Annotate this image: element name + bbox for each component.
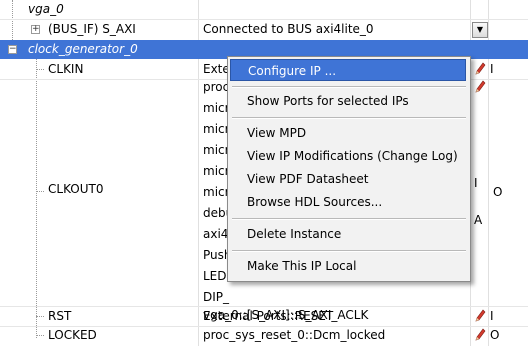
expand-icon[interactable]: + [31, 25, 40, 34]
menu-item-view-ip-modifications[interactable]: View IP Modifications (Change Log) [230, 145, 466, 167]
menu-item-show-ports[interactable]: Show Ports for selected IPs [230, 90, 466, 112]
clkout-net: micr [203, 143, 230, 157]
instance-name: clock_generator_0 [28, 42, 138, 56]
menu-item-label: Delete Instance [247, 227, 342, 241]
clkout-net: micr [203, 101, 230, 115]
pencil-icon[interactable] [474, 328, 486, 342]
system-assembly-view: vga_0 + (BUS_IF) S_AXI Connected to BUS … [0, 0, 528, 346]
menu-item-view-mpd[interactable]: View MPD [230, 122, 466, 144]
port-net: proc_sys_reset_0::Dcm_locked [203, 328, 386, 342]
tree-row-rst[interactable]: RST External Ports::RESET I [0, 307, 528, 326]
tree-row-bus-interface[interactable]: + (BUS_IF) S_AXI Connected to BUS axi4li… [0, 20, 528, 39]
menu-item-configure-ip[interactable]: Configure IP ... [230, 59, 466, 81]
port-direction: I [490, 309, 494, 323]
menu-item-browse-hdl-sources[interactable]: Browse HDL Sources... [230, 191, 466, 213]
port-name: CLKOUT0 [48, 182, 104, 196]
port-direction: I [490, 62, 494, 76]
pencil-icon[interactable] [474, 309, 486, 323]
bus-connection-value: Connected to BUS axi4lite_0 [203, 22, 374, 36]
port-direction: O [493, 185, 503, 199]
instance-name: vga_0 [28, 2, 64, 16]
menu-separator [232, 218, 466, 220]
menu-item-make-ip-local[interactable]: Make This IP Local [230, 255, 466, 277]
tree-row-vga[interactable]: vga_0 [0, 0, 528, 19]
clkout-net: proc [203, 80, 230, 94]
clkout-net: DIP_ [203, 290, 230, 304]
menu-separator [232, 117, 466, 119]
port-name: CLKIN [48, 62, 84, 76]
menu-separator [232, 86, 466, 88]
clkout-net: micr [203, 122, 230, 136]
port-direction: O [490, 328, 500, 342]
collapse-icon[interactable]: − [8, 45, 17, 54]
menu-item-label: View PDF Datasheet [247, 172, 369, 186]
menu-item-label: Browse HDL Sources... [247, 195, 383, 209]
tree-line [36, 58, 37, 338]
menu-separator [232, 250, 466, 252]
menu-item-delete-instance[interactable]: Delete Instance [230, 223, 466, 245]
clkout-net: micr [203, 185, 230, 199]
clkout-net: micr [203, 164, 230, 178]
port-net: External Ports::RESET [203, 309, 334, 323]
port-name: RST [48, 309, 72, 323]
tree-line [36, 191, 44, 192]
pencil-icon[interactable] [474, 80, 486, 94]
menu-item-label: View MPD [247, 126, 307, 140]
menu-item-label: Configure IP ... [248, 64, 337, 78]
menu-item-label: View IP Modifications (Change Log) [247, 149, 458, 163]
menu-item-view-pdf-datasheet[interactable]: View PDF Datasheet [230, 168, 466, 190]
clipped-text: A [474, 213, 483, 227]
dropdown-arrow-icon[interactable]: ▼ [472, 22, 488, 38]
bus-interface-name: (BUS_IF) S_AXI [48, 22, 136, 36]
port-net: Exte [203, 62, 230, 76]
menu-item-label: Show Ports for selected IPs [247, 94, 409, 108]
tree-row-locked[interactable]: LOCKED proc_sys_reset_0::Dcm_locked O [0, 326, 528, 345]
port-name: LOCKED [48, 328, 97, 342]
menu-item-label: Make This IP Local [247, 259, 357, 273]
clkout-net: axi4 [203, 227, 229, 241]
context-menu: Configure IP ... Show Ports for selected… [227, 56, 471, 282]
clipped-text: I [474, 176, 478, 190]
pencil-icon[interactable] [474, 62, 486, 76]
